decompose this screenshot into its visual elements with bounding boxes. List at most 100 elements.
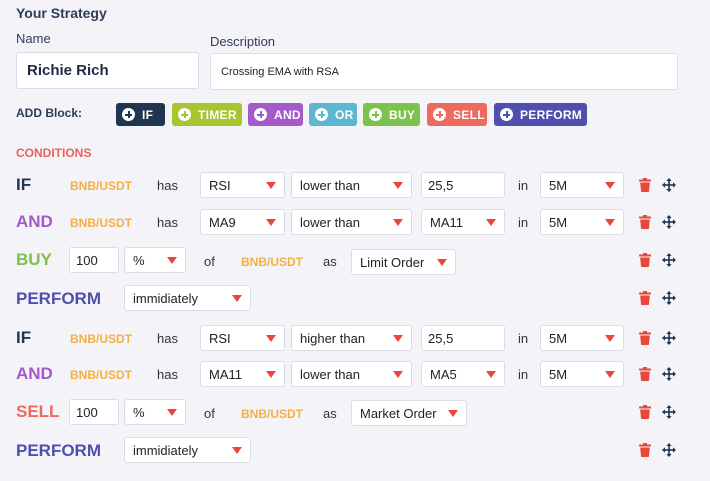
comparator-value: lower than: [300, 177, 360, 193]
description-value: Crossing EMA with RSA: [221, 65, 339, 78]
row-as-text: as: [323, 254, 337, 269]
add-and-button[interactable]: AND: [248, 103, 303, 126]
compare-indicator-value: MA11: [430, 214, 463, 230]
unit-select[interactable]: %: [124, 399, 186, 425]
timing-value: immidiately: [133, 442, 199, 458]
timing-select[interactable]: immidiately: [124, 285, 251, 311]
row-pair: BNB/USDT: [70, 332, 132, 346]
plus-circle-icon: [433, 108, 446, 121]
trash-icon[interactable]: [639, 253, 651, 272]
timeframe-value: 5M: [549, 366, 568, 382]
description-field[interactable]: Crossing EMA with RSA: [210, 53, 678, 90]
add-buy-button[interactable]: BUY: [363, 103, 420, 126]
indicator-select[interactable]: MA11: [200, 361, 285, 387]
add-buy-label: BUY: [389, 107, 416, 122]
row-keyword-buy: BUY: [16, 250, 52, 269]
name-field[interactable]: Richie Rich: [16, 52, 199, 89]
caret-down-icon: [605, 181, 615, 189]
caret-down-icon: [486, 370, 496, 378]
add-sell-button[interactable]: SELL: [427, 103, 487, 126]
description-label: Description: [210, 34, 276, 49]
threshold-value: 25,5: [428, 330, 454, 346]
add-sell-label: SELL: [453, 107, 485, 122]
caret-down-icon: [167, 408, 177, 416]
row-keyword-perform: PERFORM: [16, 441, 101, 460]
timeframe-value: 5M: [549, 177, 568, 193]
row-of-text: of: [204, 406, 215, 421]
move-arrows-icon[interactable]: [662, 215, 676, 234]
caret-down-icon: [266, 334, 276, 342]
caret-down-icon: [232, 446, 242, 454]
trash-icon[interactable]: [639, 443, 651, 462]
row-keyword-sell: SELL: [16, 402, 60, 421]
caret-down-icon: [393, 370, 403, 378]
comparator-value: lower than: [300, 366, 360, 382]
indicator-select[interactable]: RSI: [200, 172, 285, 198]
add-if-button[interactable]: IF: [116, 103, 165, 126]
timeframe-select[interactable]: 5M: [540, 361, 624, 387]
order-type-select[interactable]: Market Order: [351, 400, 467, 426]
threshold-input[interactable]: 25,5: [421, 172, 505, 198]
add-block-label: ADD Block:: [16, 106, 83, 120]
move-arrows-icon[interactable]: [662, 405, 676, 424]
comparator-value: lower than: [300, 214, 360, 230]
caret-down-icon: [167, 256, 177, 264]
add-perform-button[interactable]: PERFORM: [494, 103, 587, 126]
amount-input[interactable]: 100: [69, 247, 119, 273]
indicator-select[interactable]: RSI: [200, 325, 285, 351]
comparator-select[interactable]: lower than: [291, 209, 412, 235]
row-pair: BNB/USDT: [70, 368, 132, 382]
comparator-select[interactable]: higher than: [291, 325, 412, 351]
row-keyword-if: IF: [16, 328, 32, 347]
move-arrows-icon[interactable]: [662, 291, 676, 310]
compare-indicator-value: MA5: [430, 366, 457, 382]
move-arrows-icon[interactable]: [662, 178, 676, 197]
compare-indicator-select[interactable]: MA11: [421, 209, 505, 235]
amount-input[interactable]: 100: [69, 399, 119, 425]
caret-down-icon: [605, 334, 615, 342]
unit-select[interactable]: %: [124, 247, 186, 273]
add-timer-button[interactable]: TIMER: [172, 103, 242, 126]
row-in-text: in: [518, 331, 529, 346]
row-keyword-perform: PERFORM: [16, 289, 101, 308]
indicator-select[interactable]: MA9: [200, 209, 285, 235]
move-arrows-icon[interactable]: [662, 367, 676, 386]
move-arrows-icon[interactable]: [662, 443, 676, 462]
add-or-button[interactable]: OR: [309, 103, 357, 126]
threshold-input[interactable]: 25,5: [421, 325, 505, 351]
amount-value: 100: [76, 252, 98, 268]
timeframe-select[interactable]: 5M: [540, 325, 624, 351]
trash-icon[interactable]: [639, 178, 651, 197]
caret-down-icon: [486, 218, 496, 226]
trash-icon[interactable]: [639, 215, 651, 234]
row-has-text: has: [157, 215, 178, 230]
order-type-select[interactable]: Limit Order: [351, 249, 456, 275]
trash-icon[interactable]: [639, 405, 651, 424]
unit-value: %: [133, 404, 145, 420]
add-and-label: AND: [274, 107, 301, 122]
trash-icon[interactable]: [639, 291, 651, 310]
section-title: Your Strategy: [16, 5, 107, 21]
timing-select[interactable]: immidiately: [124, 437, 251, 463]
indicator-value: MA11: [209, 366, 242, 382]
comparator-select[interactable]: lower than: [291, 172, 412, 198]
trash-icon[interactable]: [639, 331, 651, 350]
conditions-title: CONDITIONS: [16, 146, 92, 160]
caret-down-icon: [266, 181, 276, 189]
timeframe-select[interactable]: 5M: [540, 209, 624, 235]
row-keyword-and: AND: [16, 364, 53, 383]
plus-circle-icon: [315, 108, 328, 121]
comparator-select[interactable]: lower than: [291, 361, 412, 387]
move-arrows-icon[interactable]: [662, 253, 676, 272]
compare-indicator-select[interactable]: MA5: [421, 361, 505, 387]
trash-icon[interactable]: [639, 367, 651, 386]
row-in-text: in: [518, 367, 529, 382]
caret-down-icon: [393, 218, 403, 226]
timeframe-select[interactable]: 5M: [540, 172, 624, 198]
timeframe-value: 5M: [549, 214, 568, 230]
move-arrows-icon[interactable]: [662, 331, 676, 350]
indicator-value: RSI: [209, 330, 231, 346]
caret-down-icon: [393, 181, 403, 189]
plus-circle-icon: [122, 108, 135, 121]
threshold-value: 25,5: [428, 177, 454, 193]
